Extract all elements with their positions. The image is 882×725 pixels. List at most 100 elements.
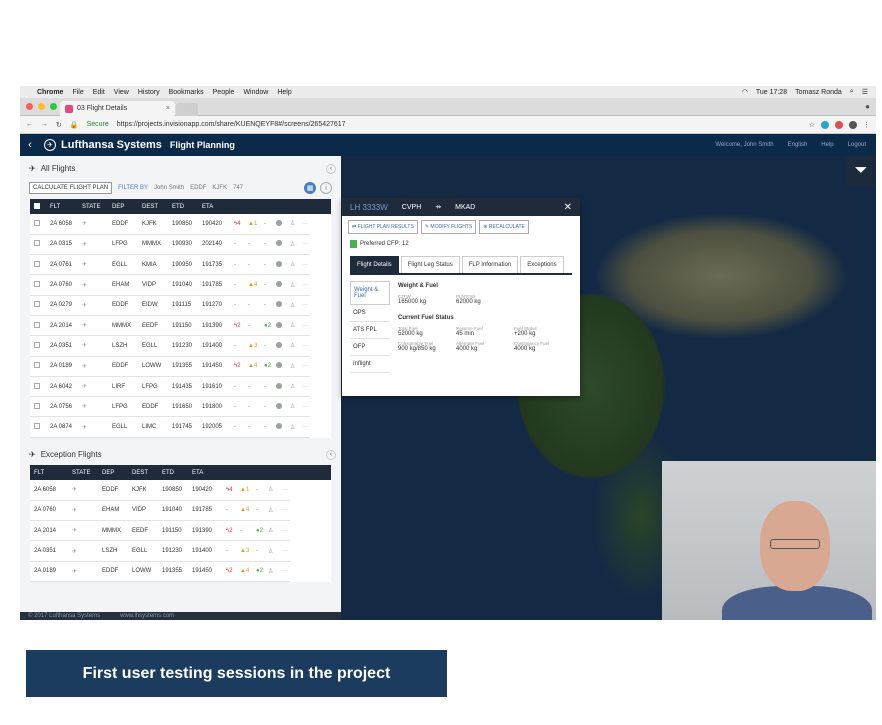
column-header-eta[interactable]: ETA	[198, 199, 230, 214]
check-circle-icon[interactable]	[272, 416, 286, 438]
column-header-dest[interactable]: DEST	[138, 199, 168, 214]
person-icon[interactable]: ♙	[286, 234, 298, 256]
person-icon[interactable]: ♙	[264, 500, 278, 522]
table-row[interactable]: 2A 6058 ✈ EDDF KJFK 190850 190420 ϟ4 ▲1- ♙ ···	[30, 480, 331, 501]
menu-window[interactable]: Window	[243, 89, 268, 96]
more-icon[interactable]: ···	[298, 254, 310, 276]
site-link[interactable]: www.lhsystems.com	[120, 613, 174, 619]
menu-edit[interactable]: Edit	[93, 89, 105, 96]
check-circle-icon[interactable]	[272, 274, 286, 296]
menu-chrome[interactable]: Chrome	[37, 89, 63, 96]
flight-plan-results-button[interactable]: ⇄ FLIGHT PLAN RESULTS	[348, 220, 418, 234]
side-item-inflight[interactable]: Inflight	[350, 356, 390, 373]
side-item-weight-fuel[interactable]: Weight & Fuel	[350, 281, 390, 305]
menubar-clock[interactable]: Tue 17:28	[756, 89, 787, 96]
menu-people[interactable]: People	[213, 89, 235, 96]
column-header-dest[interactable]: DEST	[128, 465, 158, 480]
grid-view-icon[interactable]: ▦	[304, 182, 316, 194]
tab-exceptions[interactable]: Exceptions	[520, 256, 564, 273]
extension-icon[interactable]	[849, 120, 857, 129]
new-tab-button[interactable]	[176, 103, 198, 116]
filter-chip[interactable]: John Smith	[154, 185, 184, 191]
modify-flights-button[interactable]: ✎ MODIFY FLIGHTS	[420, 220, 477, 234]
person-icon[interactable]: ♙	[264, 480, 278, 501]
check-circle-icon[interactable]	[272, 356, 286, 377]
row-checkbox[interactable]	[30, 376, 46, 398]
close-icon[interactable]: ✕	[564, 202, 572, 213]
row-checkbox[interactable]	[30, 254, 46, 276]
column-header-state[interactable]: STATE	[78, 199, 108, 214]
person-icon[interactable]: ♙	[264, 540, 278, 562]
lock-icon[interactable]: 🔒	[70, 121, 79, 129]
funnel-filter-icon[interactable]: ⏷	[846, 156, 876, 186]
column-header-etd[interactable]: ETD	[168, 199, 198, 214]
collapse-chevron-icon[interactable]: ‹	[326, 449, 336, 460]
menu-help[interactable]: Help	[277, 89, 291, 96]
row-checkbox[interactable]	[30, 416, 46, 438]
person-icon[interactable]: ♙	[286, 295, 298, 316]
star-icon[interactable]: ☆	[809, 121, 815, 129]
browser-tab[interactable]: 03 Flight Details ×	[60, 101, 175, 116]
side-item-ats-fpl[interactable]: ATS FPL	[350, 322, 390, 339]
table-row[interactable]: 2A 6042 ✈ LIRF LFPG 191435 191610- - - ♙ ···	[30, 376, 331, 398]
column-header-state[interactable]: STATE	[68, 465, 98, 480]
table-row[interactable]: 2A 6058 ✈ EDDF KJFK 190850 190420 ϟ4 ▲1- ♙ ···	[30, 214, 331, 235]
row-checkbox[interactable]	[30, 396, 46, 418]
url-field[interactable]: https://projects.invisionapp.com/share/K…	[117, 121, 346, 128]
row-checkbox[interactable]	[30, 234, 46, 256]
check-circle-icon[interactable]	[272, 254, 286, 276]
close-window-button[interactable]	[26, 103, 33, 110]
side-item-ops[interactable]: OPS	[350, 305, 390, 322]
more-icon[interactable]: ···	[278, 540, 290, 562]
back-arrow-icon[interactable]: ←	[26, 121, 33, 128]
table-row[interactable]: 2A 0279 ✈ EDDF EIDW 191115 191270- - - ♙ ···	[30, 295, 331, 316]
row-checkbox[interactable]	[30, 214, 46, 235]
tab-flp-information[interactable]: FLP Information	[461, 256, 519, 273]
check-circle-icon[interactable]	[272, 214, 286, 235]
wifi-icon[interactable]: ◠	[742, 88, 748, 96]
person-icon[interactable]: ♙	[286, 254, 298, 276]
more-icon[interactable]: ···	[298, 295, 310, 316]
table-row[interactable]: 2A 0761 ✈ EGLL KMIA 190950 191735- - - ♙ ···	[30, 254, 331, 276]
table-row[interactable]: 2A 2014 ✈ MMMX EEDF 191150 191390 ϟ2- ●2 ♙ ···	[30, 520, 331, 542]
more-icon[interactable]: ···	[298, 214, 310, 235]
column-header-flt[interactable]: FLT	[46, 199, 78, 214]
search-icon[interactable]: ⌕	[850, 88, 854, 96]
table-row[interactable]: 2A 0760 ✈ EHAM VIDP 191040 191785- ▲4- ♙ ···	[30, 500, 331, 522]
info-icon[interactable]: i	[320, 182, 332, 194]
check-circle-icon[interactable]	[272, 315, 286, 337]
check-circle-icon[interactable]	[272, 335, 286, 357]
column-header-dep[interactable]: DEP	[108, 199, 138, 214]
table-row[interactable]: 2A 0351 ✈ LSZH EGLL 191230 191400- ▲3- ♙ ···	[30, 335, 331, 357]
minimize-window-button[interactable]	[38, 103, 45, 110]
row-checkbox[interactable]	[30, 274, 46, 296]
more-icon[interactable]: ···	[298, 335, 310, 357]
tab-flight-leg-status[interactable]: Flight Leg Status	[400, 256, 460, 273]
table-row[interactable]: 2A 0760 ✈ EHAM VIDP 191040 191785- ▲4- ♙ ···	[30, 274, 331, 296]
row-checkbox[interactable]	[30, 315, 46, 337]
column-header-etd[interactable]: ETD	[158, 465, 188, 480]
more-icon[interactable]: ···	[298, 416, 310, 438]
more-icon[interactable]: ···	[278, 520, 290, 542]
more-icon[interactable]: ···	[298, 274, 310, 296]
person-icon[interactable]: ♙	[286, 356, 298, 377]
column-header-eta[interactable]: ETA	[188, 465, 222, 480]
more-icon[interactable]: ···	[278, 561, 290, 582]
more-icon[interactable]: ···	[298, 376, 310, 398]
filter-chip[interactable]: EDDF	[190, 185, 206, 191]
row-checkbox[interactable]	[30, 356, 46, 377]
filter-chip[interactable]: KJFK	[212, 185, 227, 191]
side-item-ofp[interactable]: OFP	[350, 339, 390, 356]
profile-icon[interactable]: ●	[865, 102, 870, 111]
table-row[interactable]: 2A 0315 ✈ LFPG MMMX 190930 202140- - - ♙ ···	[30, 234, 331, 256]
menu-history[interactable]: History	[138, 89, 160, 96]
person-icon[interactable]: ♙	[286, 315, 298, 337]
check-circle-icon[interactable]	[272, 376, 286, 398]
person-icon[interactable]: ♙	[286, 214, 298, 235]
row-checkbox[interactable]	[30, 335, 46, 357]
back-chevron-icon[interactable]: ‹	[20, 139, 40, 151]
check-circle-icon[interactable]	[272, 234, 286, 256]
menu-bookmarks[interactable]: Bookmarks	[169, 89, 204, 96]
person-icon[interactable]: ♙	[264, 520, 278, 542]
welcome-user[interactable]: Welcome, John Smith	[715, 142, 773, 148]
